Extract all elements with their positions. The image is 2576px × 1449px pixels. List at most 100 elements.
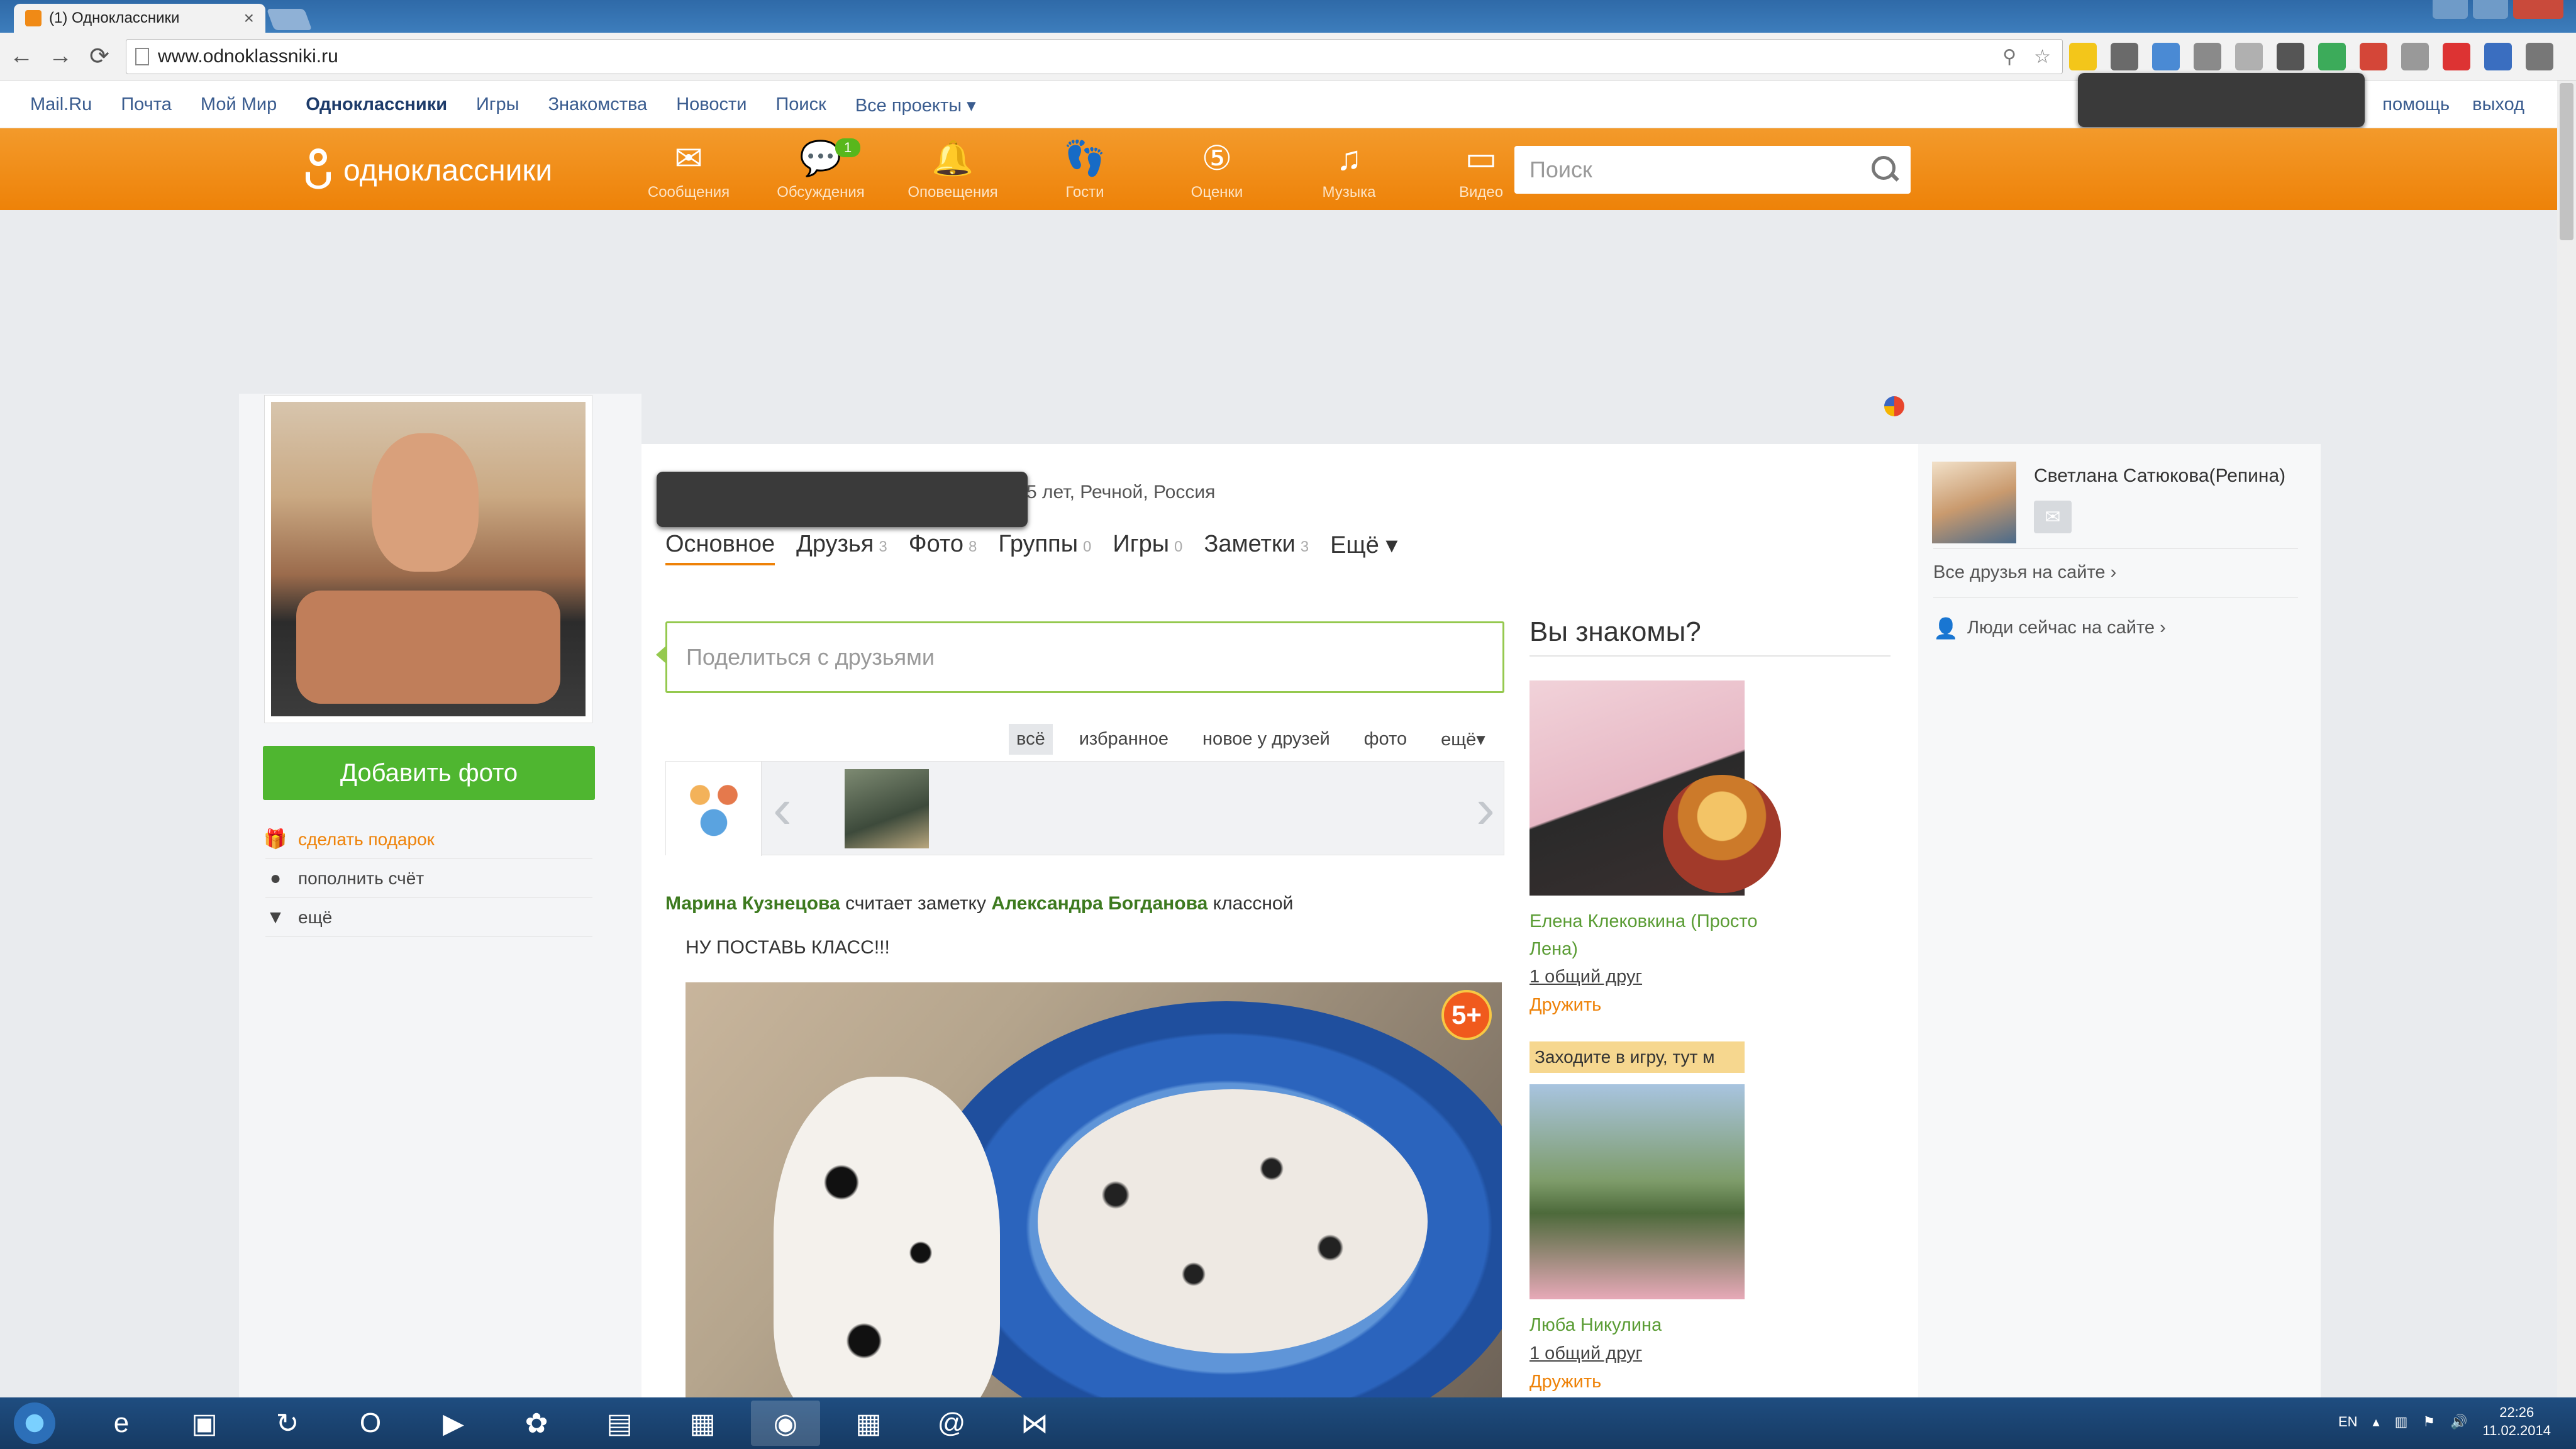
friends-group-icon[interactable]	[666, 762, 762, 856]
mutual-friends-link[interactable]: 1 общий друг	[1530, 1343, 1768, 1364]
carousel-prev-icon[interactable]: ‹	[773, 780, 792, 837]
befriend-link[interactable]: Дружить	[1530, 995, 1768, 1016]
save-app-icon[interactable]: ▦	[668, 1401, 737, 1446]
update-app-icon[interactable]: ↻	[253, 1401, 322, 1446]
drive-icon[interactable]	[2318, 43, 2346, 70]
chrome-icon[interactable]: ◉	[751, 1401, 820, 1446]
carousel-thumbnail[interactable]	[845, 769, 929, 848]
portal-link[interactable]: Игры	[476, 94, 519, 116]
pdf-app-icon[interactable]: ▣	[170, 1401, 239, 1446]
opera-icon[interactable]: O	[336, 1401, 405, 1446]
bowtie-app-icon[interactable]: ⋈	[1000, 1401, 1069, 1446]
extension-shield-icon[interactable]	[2194, 43, 2221, 70]
logout-link[interactable]: выход	[2472, 94, 2524, 115]
nav-item-5[interactable]: ♫ Музыка	[1283, 141, 1415, 201]
page-scrollbar[interactable]	[2557, 80, 2576, 1400]
extension-star-icon[interactable]	[2069, 43, 2097, 70]
profile-avatar[interactable]	[264, 395, 592, 723]
apps-grid-icon[interactable]: ▦	[834, 1401, 903, 1446]
extension-book-icon[interactable]	[2484, 43, 2512, 70]
zoom-icon[interactable]: ⚲	[2002, 46, 2016, 68]
start-button[interactable]	[14, 1402, 55, 1444]
extension-tool-icon[interactable]	[2111, 43, 2138, 70]
scrollbar-thumb[interactable]	[2560, 83, 2573, 240]
tray-arrow-icon[interactable]: ▴	[2373, 1414, 2380, 1430]
portal-link[interactable]: Поиск	[775, 94, 826, 116]
left-link-2[interactable]: ▼ ещё	[265, 898, 592, 937]
profile-tab[interactable]: Заметки 3	[1204, 531, 1309, 565]
extension-notify-icon[interactable]	[2443, 43, 2470, 70]
message-icon[interactable]: ✉	[2034, 501, 2072, 533]
nav-item-4[interactable]: ⑤ Оценки	[1151, 141, 1283, 201]
search-icon[interactable]	[1870, 155, 1898, 182]
address-bar[interactable]: www.odnoklassniki.ru ⚲ ☆	[126, 39, 2063, 74]
ad-marker-icon[interactable]	[1884, 396, 1904, 416]
reload-button[interactable]: ⟳	[82, 39, 117, 74]
extension-camera-icon[interactable]	[2401, 43, 2429, 70]
search-input[interactable]: Поиск	[1514, 146, 1911, 194]
portal-link[interactable]: Одноклассники	[306, 94, 447, 116]
extension-pen-icon[interactable]	[2235, 43, 2263, 70]
menu-icon[interactable]	[2526, 43, 2553, 70]
volume-icon[interactable]: 🔊	[2450, 1414, 2467, 1430]
befriend-link[interactable]: Дружить	[1530, 1372, 1768, 1392]
portal-link[interactable]: Знакомства	[548, 94, 647, 116]
network-icon[interactable]: ▥	[2395, 1414, 2408, 1430]
close-window-button[interactable]	[2513, 0, 2563, 19]
suggestion-name-link[interactable]: Елена Клековкина (Просто Лена)	[1530, 908, 1768, 963]
profile-tab[interactable]: Игры 0	[1113, 531, 1182, 565]
nav-item-1[interactable]: 💬 Обсуждения 1	[755, 138, 887, 201]
ie-icon[interactable]: e	[87, 1401, 156, 1446]
game-promo-banner[interactable]: Заходите в игру, тут м	[1530, 1041, 1745, 1073]
left-link-0[interactable]: 🎁 сделать подарок	[264, 820, 592, 859]
people-online-link[interactable]: Люди сейчас на сайте ›	[1933, 618, 2166, 638]
portal-link[interactable]: Все проекты ▾	[855, 94, 976, 116]
feed-filter[interactable]: фото	[1357, 724, 1414, 755]
mutual-friends-link[interactable]: 1 общий друг	[1530, 967, 1768, 987]
nav-item-2[interactable]: 🔔 Оповещения	[887, 141, 1019, 201]
nav-item-0[interactable]: ✉ Сообщения	[623, 141, 755, 201]
suggestion-name-link[interactable]: Люба Никулина	[1530, 1312, 1768, 1340]
feed-filter[interactable]: новое у друзей	[1195, 724, 1338, 755]
browser-tab[interactable]: (1) Одноклассники ×	[14, 4, 265, 33]
left-link-1[interactable]: ● пополнить счёт	[265, 859, 592, 898]
back-button[interactable]: ←	[4, 39, 39, 74]
feed-filter[interactable]: всё	[1009, 724, 1053, 755]
picasa-icon[interactable]: ✿	[502, 1401, 571, 1446]
folder-icon[interactable]: ▤	[585, 1401, 654, 1446]
site-logo[interactable]: одноклассники	[302, 148, 552, 192]
maximize-button[interactable]	[2473, 0, 2508, 19]
carousel-next-icon[interactable]: ›	[1476, 780, 1495, 837]
star-icon[interactable]: ☆	[2034, 46, 2051, 68]
extension-bolt-icon[interactable]	[2277, 43, 2304, 70]
add-photo-button[interactable]: Добавить фото	[263, 746, 595, 800]
portal-link[interactable]: Мой Мир	[201, 94, 277, 116]
new-tab-button[interactable]	[266, 9, 313, 30]
player-app-icon[interactable]: ▶	[419, 1401, 488, 1446]
suggestion-photo[interactable]	[1530, 1084, 1745, 1299]
portal-link[interactable]: Новости	[676, 94, 747, 116]
clock[interactable]: 22:26 11.02.2014	[2483, 1404, 2551, 1440]
profile-tab[interactable]: Основное	[665, 531, 775, 565]
flag-icon[interactable]: ⚑	[2423, 1414, 2435, 1430]
feed-author-link[interactable]: Александра Богданова	[991, 893, 1208, 914]
online-friend-avatar[interactable]	[1932, 462, 2016, 543]
portal-link[interactable]: Почта	[121, 94, 172, 116]
profile-tab[interactable]: Друзья 3	[796, 531, 887, 565]
feed-filter[interactable]: избранное	[1072, 724, 1176, 755]
profile-tab[interactable]: Фото 8	[909, 531, 977, 565]
profile-tab[interactable]: Группы 0	[998, 531, 1091, 565]
feed-filter[interactable]: ещё▾	[1433, 723, 1493, 755]
gmail-icon[interactable]	[2360, 43, 2387, 70]
portal-link[interactable]: Mail.Ru	[30, 94, 92, 116]
mail-agent-icon[interactable]: @	[917, 1401, 986, 1446]
tab-close-icon[interactable]: ×	[244, 8, 254, 28]
extension-translate-icon[interactable]	[2152, 43, 2180, 70]
forward-button[interactable]: →	[43, 39, 78, 74]
online-friend-name[interactable]: Светлана Сатюкова(Репина)	[2034, 465, 2285, 543]
help-link[interactable]: помощь	[2382, 94, 2450, 115]
post-image[interactable]: 5+	[686, 982, 1502, 1400]
language-indicator[interactable]: EN	[2338, 1414, 2358, 1430]
profile-tab[interactable]: Ещё ▾	[1330, 531, 1397, 565]
share-input[interactable]: Поделиться с друзьями	[656, 621, 1504, 693]
